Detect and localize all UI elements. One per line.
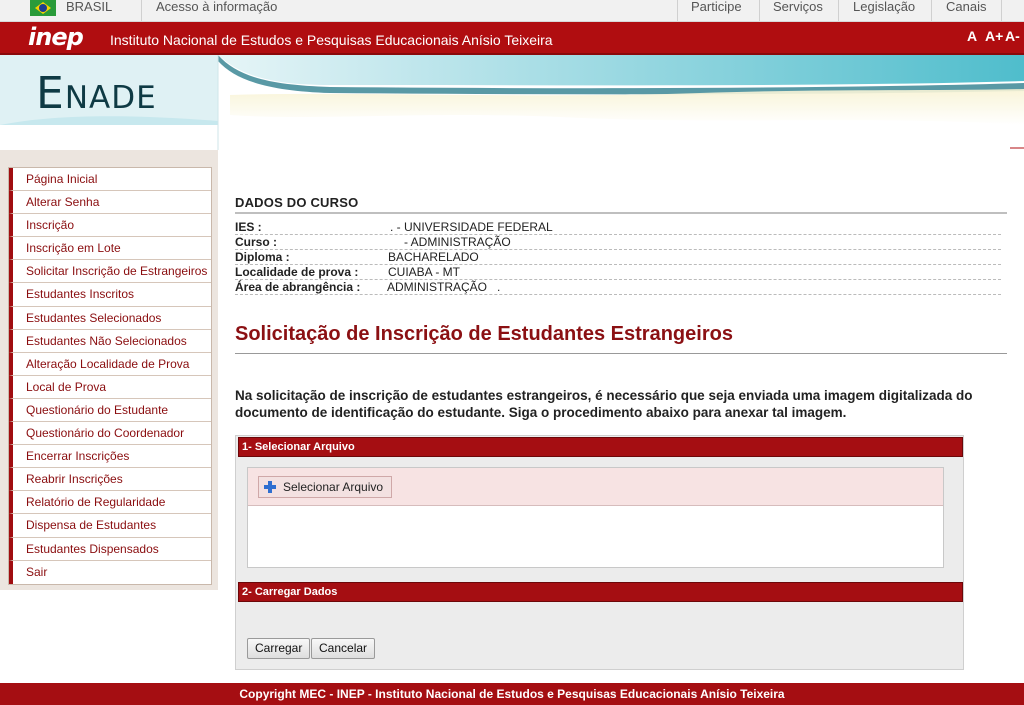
sidebar-item-alterar-senha[interactable]: Alterar Senha (9, 191, 211, 215)
step1-header: 1- Selecionar Arquivo (238, 437, 963, 457)
ies-value: . - UNIVERSIDADE FEDERAL (390, 220, 553, 234)
load-button[interactable]: Carregar (247, 638, 311, 659)
abrangencia-value: ADMINISTRAÇÃO . (387, 280, 501, 294)
select-file-button[interactable]: Selecionar Arquivo (258, 476, 393, 498)
course-row-ies: IES : . - UNIVERSIDADE FEDERAL (235, 220, 1001, 235)
access-info-link[interactable]: Acesso à informação (156, 0, 277, 14)
sidebar-item-inscricao-lote[interactable]: Inscrição em Lote (9, 237, 211, 261)
divider (141, 0, 142, 21)
localidade-label: Localidade de prova : (235, 265, 359, 279)
gov-country-link[interactable]: BRASIL (66, 0, 112, 14)
localidade-value: CUIABA - MT (388, 265, 461, 279)
course-row-diploma: Diploma : BACHARELADO (235, 250, 1001, 265)
sidebar-item-sair[interactable]: Sair (9, 560, 211, 584)
divider (1001, 0, 1002, 21)
sidebar-item-estudantes-nao-selecionados[interactable]: Estudantes Não Selecionados (9, 329, 211, 353)
nav-canais-link[interactable]: Canais (946, 0, 986, 14)
institute-title: Instituto Nacional de Estudos e Pesquisa… (110, 32, 553, 48)
step2-header: 2- Carregar Dados (238, 582, 963, 602)
divider (838, 0, 839, 21)
course-row-localidade: Localidade de prova : CUIABA - MT (235, 265, 1001, 280)
page-title: Solicitação de Inscrição de Estudantes E… (235, 321, 1007, 354)
instructions-text: Na solicitação de inscrição de estudante… (235, 388, 973, 420)
select-file-label: Selecionar Arquivo (283, 480, 384, 494)
curso-label: Curso : (235, 235, 277, 249)
brazil-flag-icon[interactable] (30, 0, 56, 16)
nav-participe-link[interactable]: Participe (691, 0, 742, 14)
sidebar-item-estudantes-dispensados[interactable]: Estudantes Dispensados (9, 537, 211, 561)
ies-label: IES : (235, 220, 262, 234)
divider (759, 0, 760, 21)
sidebar-item-relatorio-regularidade[interactable]: Relatório de Regularidade (9, 491, 211, 515)
gov-bar: BRASIL Acesso à informação Participe Ser… (0, 0, 1024, 22)
file-upload-area[interactable]: Selecionar Arquivo (247, 467, 944, 568)
sidebar-item-encerrar-inscricoes[interactable]: Encerrar Inscrições (9, 445, 211, 469)
sidebar-item-questionario-coordenador[interactable]: Questionário do Coordenador (9, 422, 211, 446)
upload-panel: 1- Selecionar Arquivo Selecionar Arquivo… (235, 435, 964, 670)
nav-servicos-link[interactable]: Serviços (773, 0, 823, 14)
font-increase-button[interactable]: A+ (985, 28, 1003, 44)
curso-value: - ADMINISTRAÇÃO (404, 235, 511, 249)
sidebar-item-estudantes-inscritos[interactable]: Estudantes Inscritos (9, 283, 211, 307)
course-row-abrangencia: Área de abrangência : ADMINISTRAÇÃO . (235, 280, 1001, 295)
sidebar-item-questionario-estudante[interactable]: Questionário do Estudante (9, 398, 211, 423)
footer: Copyright MEC - INEP - Instituto Naciona… (0, 683, 1024, 705)
enade-banner: ENADE (0, 55, 1024, 150)
sidebar-item-inscricao[interactable]: Inscrição (9, 214, 211, 238)
diploma-label: Diploma : (235, 250, 290, 264)
font-decrease-button[interactable]: A- (1005, 28, 1020, 44)
sidebar-menu: Página Inicial Alterar Senha Inscrição I… (8, 167, 212, 585)
sidebar-item-solicitar-inscricao-estrangeiros[interactable]: Solicitar Inscrição de Estrangeiros (9, 260, 211, 284)
upload-toolbar: Selecionar Arquivo (248, 468, 943, 506)
plus-icon (264, 481, 276, 493)
font-normal-button[interactable]: A (967, 28, 977, 44)
divider (677, 0, 678, 21)
sidebar: Página Inicial Alterar Senha Inscrição I… (0, 150, 218, 590)
enade-logo[interactable]: ENADE (36, 69, 157, 123)
sidebar-item-dispensa-estudantes[interactable]: Dispensa de Estudantes (9, 514, 211, 538)
sidebar-item-local-prova[interactable]: Local de Prova (9, 375, 211, 399)
sidebar-item-alteracao-localidade[interactable]: Alteração Localidade de Prova (9, 352, 211, 376)
inep-header: inep Instituto Nacional de Estudos e Pes… (0, 22, 1024, 55)
sidebar-item-reabrir-inscricoes[interactable]: Reabrir Inscrições (9, 468, 211, 492)
divider (931, 0, 932, 21)
course-section-title: DADOS DO CURSO (235, 195, 1007, 214)
course-row-curso: Curso : - ADMINISTRAÇÃO (235, 235, 1001, 250)
nav-legislacao-link[interactable]: Legislação (853, 0, 915, 14)
diploma-value: BACHARELADO (388, 250, 479, 264)
inep-logo[interactable]: inep (28, 25, 84, 49)
cancel-button[interactable]: Cancelar (311, 638, 376, 659)
sidebar-item-estudantes-selecionados[interactable]: Estudantes Selecionados (9, 306, 211, 330)
sidebar-item-pagina-inicial[interactable]: Página Inicial (9, 168, 211, 192)
abrangencia-label: Área de abrangência : (235, 280, 361, 294)
